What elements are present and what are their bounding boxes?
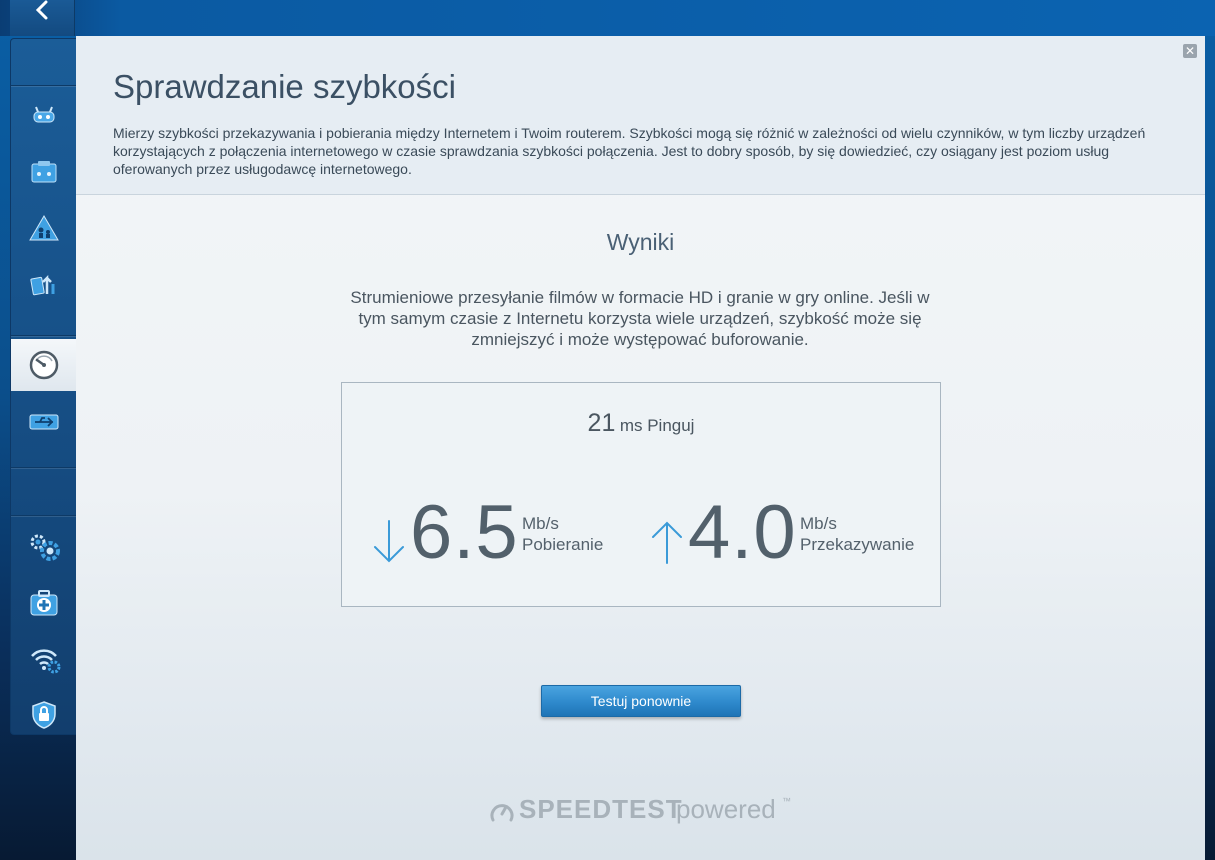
speedtest-trademark: ™ bbox=[782, 796, 791, 806]
sidebar-item-wireless[interactable] bbox=[11, 635, 77, 681]
download-arrow-icon bbox=[374, 520, 404, 563]
sidebar-item-usb-storage[interactable] bbox=[11, 399, 77, 445]
wireless-settings-icon bbox=[31, 649, 61, 674]
sidebar-separator bbox=[11, 335, 77, 336]
upload-unit-block: Mb/s Przekazywanie bbox=[800, 513, 914, 555]
speed-test-icon bbox=[29, 350, 59, 380]
upload-arrow-icon bbox=[652, 521, 682, 564]
download-unit-block: Mb/s Pobieranie bbox=[522, 513, 603, 555]
speed-test-panel: ✕ Sprawdzanie szybkości Mierzy szybkości… bbox=[76, 36, 1205, 860]
sidebar-item-troubleshooting[interactable] bbox=[11, 579, 77, 625]
usb-storage-icon bbox=[29, 414, 59, 430]
upload-label: Przekazywanie bbox=[800, 535, 915, 554]
sidebar bbox=[10, 38, 85, 737]
speedtest-suffix: powered bbox=[676, 794, 776, 824]
close-button[interactable]: ✕ bbox=[1183, 44, 1197, 58]
sidebar-item-media-prioritization[interactable] bbox=[11, 261, 77, 307]
upload-value: 4.0 bbox=[688, 490, 797, 575]
security-shield-icon bbox=[32, 701, 56, 729]
ping-readout: 21 ms Pinguj bbox=[342, 409, 940, 438]
panel-header: ✕ Sprawdzanie szybkości Mierzy szybkości… bbox=[76, 36, 1205, 195]
ping-value: 21 bbox=[587, 409, 616, 437]
sidebar-item-device-list[interactable] bbox=[11, 149, 77, 195]
network-map-icon bbox=[33, 106, 55, 123]
retest-button[interactable]: Testuj ponownie bbox=[541, 685, 741, 717]
results-description: Strumieniowe przesyłanie filmów w formac… bbox=[350, 288, 930, 349]
sidebar-item-network-map[interactable] bbox=[11, 93, 77, 139]
settings-gears-icon bbox=[30, 534, 60, 561]
troubleshooting-icon bbox=[30, 590, 58, 616]
download-label: Pobieranie bbox=[522, 535, 604, 554]
sidebar-separator bbox=[11, 467, 77, 468]
page-title: Sprawdzanie szybkości bbox=[113, 68, 456, 105]
back-button[interactable] bbox=[10, 0, 75, 36]
sidebar-separator bbox=[11, 515, 77, 516]
top-bar bbox=[0, 0, 1215, 36]
speedometer-icon bbox=[490, 804, 514, 822]
results-title: Wyniki bbox=[606, 229, 675, 255]
download-value: 6.5 bbox=[410, 490, 519, 575]
results-box: 21 ms Pinguj 6.5 Mb/s Pobieranie 4.0 Mb/… bbox=[341, 382, 941, 607]
media-prioritization-icon bbox=[30, 274, 55, 296]
page-description: Mierzy szybkości przekazywania i pobiera… bbox=[113, 125, 1146, 177]
sidebar-item-speed-test[interactable] bbox=[11, 339, 85, 391]
sidebar-item-settings[interactable] bbox=[11, 523, 77, 569]
sidebar-item-security[interactable] bbox=[11, 691, 77, 737]
sidebar-separator bbox=[11, 85, 77, 86]
sidebar-item-parental-controls[interactable] bbox=[11, 205, 77, 251]
chevron-left-icon bbox=[35, 0, 48, 20]
parental-controls-icon bbox=[29, 215, 59, 241]
ping-label: ms Pinguj bbox=[619, 416, 695, 435]
device-list-icon bbox=[31, 161, 57, 183]
upload-unit: Mb/s bbox=[800, 514, 837, 533]
download-unit: Mb/s bbox=[522, 514, 559, 533]
upload-metric: 4.0 Mb/s Przekazywanie bbox=[650, 490, 930, 585]
download-metric: 6.5 Mb/s Pobieranie bbox=[372, 490, 632, 585]
speedtest-brand: SPEEDTEST bbox=[519, 794, 683, 824]
